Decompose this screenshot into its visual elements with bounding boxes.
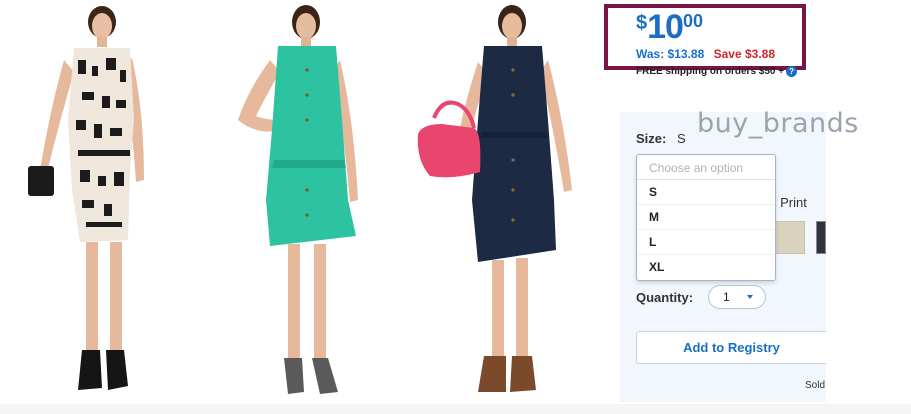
page-margin xyxy=(826,0,911,414)
shipping-note: FREE shipping on orders $50 + ? xyxy=(636,66,798,77)
info-icon[interactable]: ? xyxy=(786,66,798,77)
price-dollars: 10 xyxy=(647,8,684,46)
price: $ 10 00 xyxy=(636,8,703,46)
size-selected-value: S xyxy=(677,131,686,146)
product-image-teal-dress[interactable] xyxy=(208,0,368,400)
bottom-strip xyxy=(0,404,911,414)
color-swatch-beige[interactable] xyxy=(772,221,805,254)
price-currency: $ xyxy=(636,12,648,34)
size-dropdown-placeholder: Choose an option xyxy=(637,155,775,180)
price-highlight-box: $ 10 00 Was: $13.88 Save $3.88 xyxy=(604,4,806,70)
was-price: Was: $13.88 xyxy=(636,47,705,61)
savings: Save $3.88 xyxy=(713,47,775,61)
price-cents: 00 xyxy=(682,11,703,31)
add-to-registry-button[interactable]: Add to Registry xyxy=(636,331,826,364)
size-label: Size: xyxy=(636,131,667,146)
sold-by-label: Sold xyxy=(805,380,826,391)
size-option-xl[interactable]: XL xyxy=(637,255,775,280)
size-option-m[interactable]: M xyxy=(637,205,775,230)
price-comparison: Was: $13.88 Save $3.88 xyxy=(636,47,775,61)
size-option-l[interactable]: L xyxy=(637,230,775,255)
color-swatch-dark[interactable] xyxy=(816,221,826,254)
watermark: buy_brands xyxy=(697,108,859,139)
size-dropdown[interactable]: Choose an option S M L XL xyxy=(636,154,776,281)
chevron-down-icon xyxy=(747,295,753,299)
product-image-black-white-print-dress[interactable] xyxy=(22,0,162,400)
shipping-text: FREE shipping on orders $50 + xyxy=(636,66,785,77)
quantity-label: Quantity: xyxy=(636,290,694,305)
quantity-value: 1 xyxy=(723,290,730,304)
size-option-s[interactable]: S xyxy=(637,180,775,205)
quantity-select[interactable]: 1 xyxy=(708,285,766,309)
product-image-navy-dress[interactable] xyxy=(412,0,582,400)
